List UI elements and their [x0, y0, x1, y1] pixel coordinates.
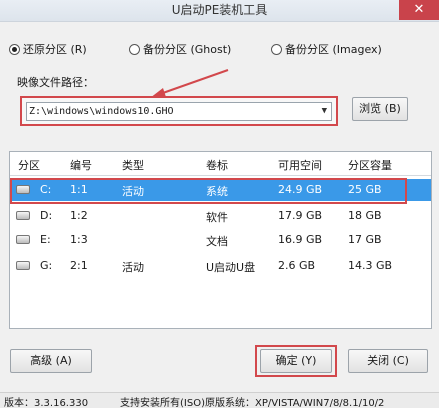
- close-window-button[interactable]: ✕: [399, 0, 439, 20]
- image-path-label: 映像文件路径：: [17, 76, 94, 89]
- radio-backup-ghost[interactable]: 备份分区 (Ghost): [129, 41, 231, 57]
- cell-free-space: 16.9 GB: [278, 233, 323, 246]
- cell-number: 2:1: [70, 259, 88, 272]
- disk-icon: [16, 211, 30, 220]
- cell-free-space: 2.6 GB: [278, 259, 316, 272]
- cell-drive: D:: [40, 209, 53, 222]
- radio-dot-icon: [9, 43, 20, 55]
- status-bar: 版本：3.3.16.330 支持安装所有(ISO)原版系统：XP/VISTA/W…: [0, 392, 439, 408]
- selected-row-highlight-box: [10, 178, 407, 204]
- column-header-type: 类型: [122, 159, 144, 172]
- table-row[interactable]: D: 1:2 软件 17.9 GB 18 GB: [10, 205, 431, 227]
- cell-label: 软件: [206, 211, 228, 224]
- radio-label: 还原分区 (R): [23, 43, 87, 56]
- mode-radio-group: 还原分区 (R) 备份分区 (Ghost) 备份分区 (Imagex): [9, 41, 434, 59]
- radio-backup-imagex[interactable]: 备份分区 (Imagex): [271, 41, 382, 57]
- table-row[interactable]: G: 2:1 活动 U启动U盘 2.6 GB 14.3 GB: [10, 255, 431, 277]
- close-icon: ✕: [413, 2, 425, 17]
- radio-label: 备份分区 (Imagex): [285, 43, 382, 56]
- table-row[interactable]: E: 1:3 文档 16.9 GB 17 GB: [10, 229, 431, 251]
- window-title: U启动PE装机工具: [171, 3, 268, 17]
- cell-type: 活动: [122, 261, 144, 274]
- cell-capacity: 14.3 GB: [348, 259, 393, 272]
- radio-label: 备份分区 (Ghost): [143, 43, 232, 56]
- column-header-label: 卷标: [206, 159, 228, 172]
- cell-capacity: 17 GB: [348, 233, 382, 246]
- image-path-select[interactable]: Z:\windows\windows10.GHO ▼: [26, 102, 332, 121]
- column-header-free-space: 可用空间: [278, 159, 322, 172]
- version-text: 版本：3.3.16.330: [4, 398, 89, 408]
- close-button[interactable]: 关闭 (C): [348, 349, 428, 373]
- cell-drive: E:: [40, 233, 51, 246]
- chevron-down-icon: ▼: [321, 106, 327, 116]
- usb-drive-icon: [16, 261, 30, 270]
- cell-drive: G:: [40, 259, 53, 272]
- title-bar: U启动PE装机工具 ✕: [0, 0, 439, 22]
- image-path-value: Z:\windows\windows10.GHO: [29, 106, 174, 117]
- ok-button[interactable]: 确定 (Y): [260, 349, 332, 373]
- cell-free-space: 17.9 GB: [278, 209, 323, 222]
- radio-dot-icon: [271, 43, 282, 55]
- column-header-capacity: 分区容量: [348, 159, 392, 172]
- cell-label: 文档: [206, 235, 228, 248]
- cell-number: 1:2: [70, 209, 88, 222]
- radio-dot-icon: [129, 43, 140, 55]
- cell-capacity: 18 GB: [348, 209, 382, 222]
- cell-number: 1:3: [70, 233, 88, 246]
- table-header: 分区 编号 类型 卷标 可用空间 分区容量: [10, 152, 431, 176]
- radio-restore-partition[interactable]: 还原分区 (R): [9, 41, 87, 57]
- cell-label: U启动U盘: [206, 261, 256, 274]
- column-header-partition: 分区: [18, 159, 40, 172]
- advanced-button[interactable]: 高级 (A): [10, 349, 92, 373]
- support-text: 支持安装所有(ISO)原版系统：XP/VISTA/WIN7/8/8.1/10/2: [120, 398, 385, 408]
- column-header-number: 编号: [70, 159, 92, 172]
- path-highlight-box: Z:\windows\windows10.GHO ▼: [20, 96, 338, 126]
- browse-button[interactable]: 浏览 (B): [352, 97, 408, 121]
- disk-icon: [16, 235, 30, 244]
